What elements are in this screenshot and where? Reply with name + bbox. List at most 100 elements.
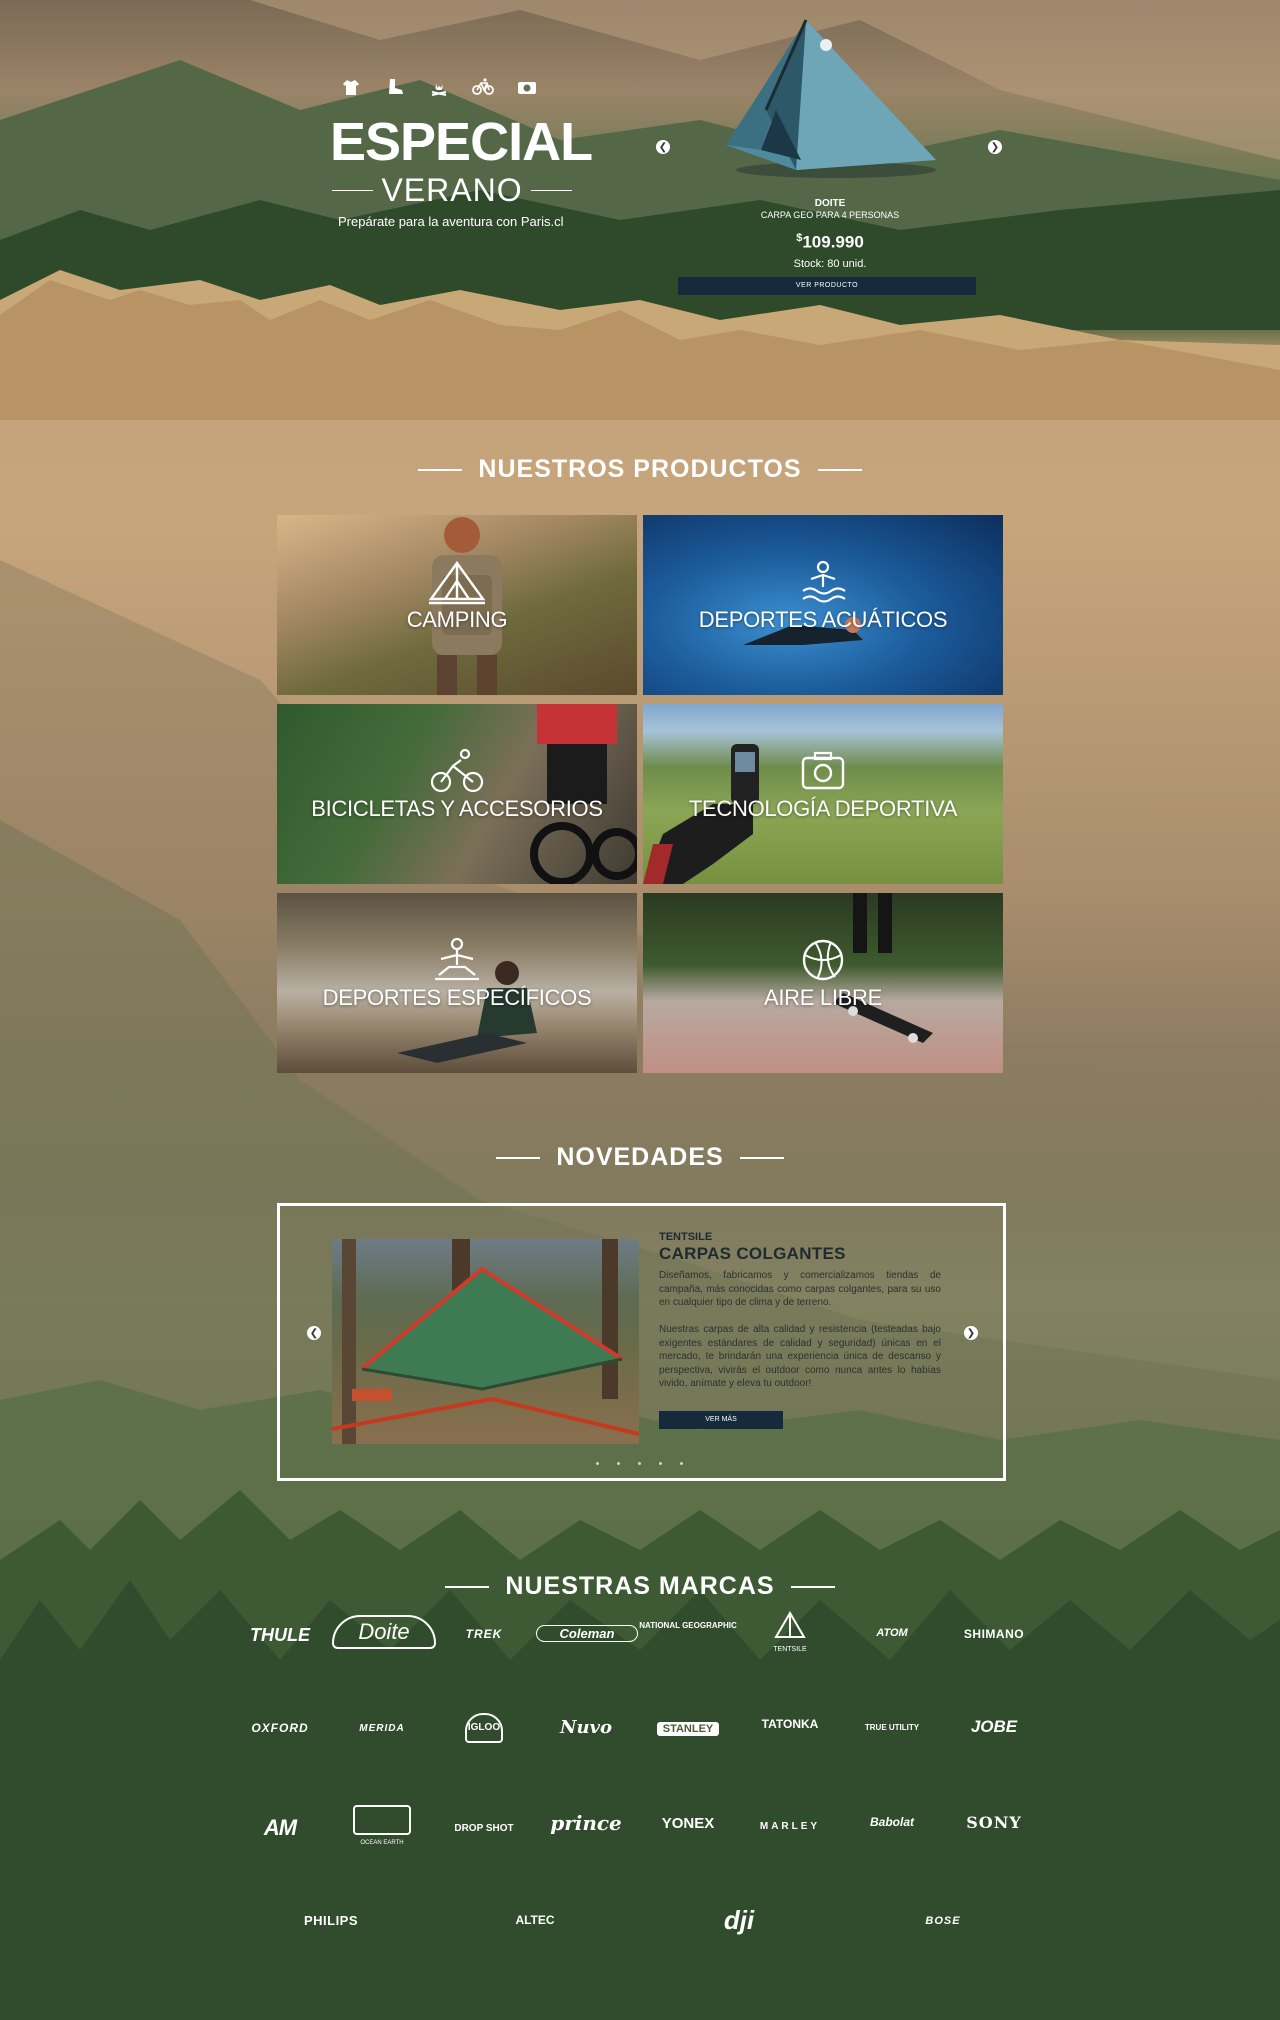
brand-logo-tatonka[interactable]: TATONKA (740, 1717, 840, 1731)
price-value: 109.990 (802, 232, 864, 252)
divider (418, 468, 463, 471)
brand-logo-jobe[interactable]: JOBE (944, 1717, 1044, 1737)
pagination-dot[interactable] (680, 1462, 683, 1465)
brand-logo-stanley[interactable]: STANLEY (638, 1719, 738, 1737)
news-title: CARPAS COLGANTES (659, 1244, 846, 1263)
brand-logo-sony[interactable]: SONY (944, 1813, 1044, 1832)
product-category-grid: CAMPING DEPORTES ACUÁTICOS BICICLETAS Y … (277, 515, 1003, 1075)
category-label: AIRE LIBRE (763, 985, 883, 1010)
category-tile-outdoors[interactable]: AIRE LIBRE (643, 893, 1003, 1073)
category-label: BICICLETAS Y ACCESORIOS (311, 796, 603, 821)
brand-logo-trek[interactable]: TREK (434, 1627, 534, 1641)
product-name: CARPA GEO PARA 4 PERSONAS (760, 210, 900, 220)
category-label: DEPORTES ACUÁTICOS (698, 607, 948, 632)
product-stock: Stock: 80 unid. (793, 258, 867, 270)
brand-logo-philips[interactable]: PHILIPS (281, 1913, 381, 1928)
divider (817, 468, 862, 471)
brand-logo-nuvo[interactable]: Nuvo (536, 1717, 636, 1738)
product-price: $109.990 (680, 232, 980, 253)
brand-name: IGLOO (465, 1713, 503, 1743)
brand-logo-bose[interactable]: BOSE (893, 1915, 993, 1927)
news-paragraph: Nuestras carpas de alta calidad y resist… (659, 1324, 941, 1389)
brand-logo-merida[interactable]: MERIDA (332, 1723, 432, 1734)
divider (496, 1156, 541, 1159)
news-brand: TENTSILE (659, 1231, 713, 1243)
chevron-right-icon[interactable]: ❯ (988, 140, 1002, 154)
brand-logo-doite[interactable]: Doite (332, 1615, 436, 1649)
cyclist-icon (430, 748, 484, 793)
divider (445, 1585, 490, 1588)
category-label: TECNOLOGÍA DEPORTIVA (688, 796, 958, 821)
hero-subtitle-row: VERANO (332, 172, 573, 208)
hero-category-icons (340, 76, 538, 98)
category-tile-water-sports[interactable]: DEPORTES ACUÁTICOS (643, 515, 1003, 695)
camera-icon (516, 76, 538, 98)
brand-logo-tentsile[interactable]: TENTSILE (740, 1611, 840, 1653)
brand-logo-marley[interactable]: MARLEY (740, 1821, 840, 1832)
camera-icon (801, 751, 845, 790)
brands-section-title: NUESTRAS MARCAS (0, 1572, 1280, 1601)
divider (530, 189, 573, 191)
category-tile-sports-tech[interactable]: TECNOLOGÍA DEPORTIVA (643, 704, 1003, 884)
news-image[interactable] (332, 1239, 639, 1444)
ball-icon (802, 939, 844, 981)
hero-banner: ESPECIAL VERANO Prepárate para la aventu… (0, 0, 1280, 330)
pagination-dot[interactable] (596, 1462, 599, 1465)
tent-icon (428, 560, 486, 605)
news-section-title: NOVEDADES (0, 1143, 1280, 1172)
news-paragraph: Diseñamos, fabricamos y comercializamos … (659, 1270, 941, 1308)
chevron-left-icon[interactable]: ❮ (656, 140, 670, 154)
pagination-dot[interactable] (638, 1462, 641, 1465)
category-label: DEPORTES ESPECÍFICOS (322, 985, 592, 1010)
jacket-icon (340, 76, 362, 98)
chevron-right-icon[interactable]: ❯ (964, 1326, 978, 1340)
hero-tagline: Prepárate para la aventura con Paris.cl (338, 214, 564, 229)
product-brand: DOITE (814, 198, 846, 209)
divider (790, 1585, 835, 1588)
section-heading: NOVEDADES (556, 1143, 724, 1171)
divider (332, 189, 374, 191)
brand-logo-national-geographic[interactable]: NATIONAL GEOGRAPHIC (638, 1621, 738, 1631)
news-carousel: ❮ TENTSILE CARPAS COLGANTES Diseñamos, f… (277, 1203, 1006, 1481)
section-heading: NUESTRAS MARCAS (505, 1572, 775, 1600)
hero-subtitle: VERANO (381, 172, 523, 208)
swimmer-icon (802, 560, 846, 603)
brand-logo-am[interactable]: AM (230, 1815, 330, 1841)
brand-logo-dji[interactable]: dji (689, 1905, 789, 1936)
brand-logo-shimano[interactable]: SHIMANO (944, 1627, 1044, 1641)
section-heading: NUESTROS PRODUCTOS (478, 455, 802, 483)
category-label: CAMPING (406, 607, 508, 632)
view-product-button[interactable]: VER PRODUCTO (678, 277, 976, 295)
brand-logo-prince[interactable]: prince (536, 1811, 636, 1835)
category-tile-specific-sports[interactable]: DEPORTES ESPECÍFICOS (277, 893, 637, 1073)
brand-logo-true-utility[interactable]: TRUE UTILITY (842, 1723, 942, 1732)
see-more-button[interactable]: VER MÁS (659, 1411, 783, 1429)
brand-logo-ocean-earth[interactable]: OCEAN EARTH (332, 1805, 432, 1846)
category-tile-camping[interactable]: CAMPING (277, 515, 637, 695)
divider (739, 1156, 784, 1159)
products-section-title: NUESTROS PRODUCTOS (0, 455, 1280, 484)
category-tile-bicycles[interactable]: BICICLETAS Y ACCESORIOS (277, 704, 637, 884)
brand-logo-thule[interactable]: THULE (230, 1625, 330, 1646)
brand-name: OCEAN EARTH (360, 1840, 404, 1846)
brand-logo-coleman[interactable]: Coleman (536, 1625, 638, 1642)
hero-title: ESPECIAL (330, 112, 593, 172)
pagination-dot[interactable] (659, 1462, 662, 1465)
carousel-pagination (596, 1462, 683, 1465)
brand-logo-drop-shot[interactable]: DROP SHOT (434, 1823, 534, 1834)
brand-logo-igloo[interactable]: IGLOO (434, 1713, 534, 1743)
chevron-left-icon[interactable]: ❮ (307, 1326, 321, 1340)
brand-name: TENTSILE (773, 1646, 807, 1653)
brand-logo-yonex[interactable]: YONEX (638, 1815, 738, 1832)
brand-logo-oxford[interactable]: OXFORD (230, 1721, 330, 1735)
brand-logo-babolat[interactable]: Babolat (842, 1815, 942, 1829)
campfire-icon (428, 76, 450, 98)
pagination-dot[interactable] (617, 1462, 620, 1465)
tent-product-image[interactable] (706, 10, 966, 180)
boot-icon (384, 76, 406, 98)
brand-logo-altec[interactable]: ALTEC (485, 1913, 585, 1927)
tentsile-icon (774, 1611, 806, 1638)
bicycle-icon (472, 76, 494, 98)
brand-logo-atom[interactable]: ATOM (842, 1627, 942, 1639)
yoga-icon (435, 937, 479, 981)
